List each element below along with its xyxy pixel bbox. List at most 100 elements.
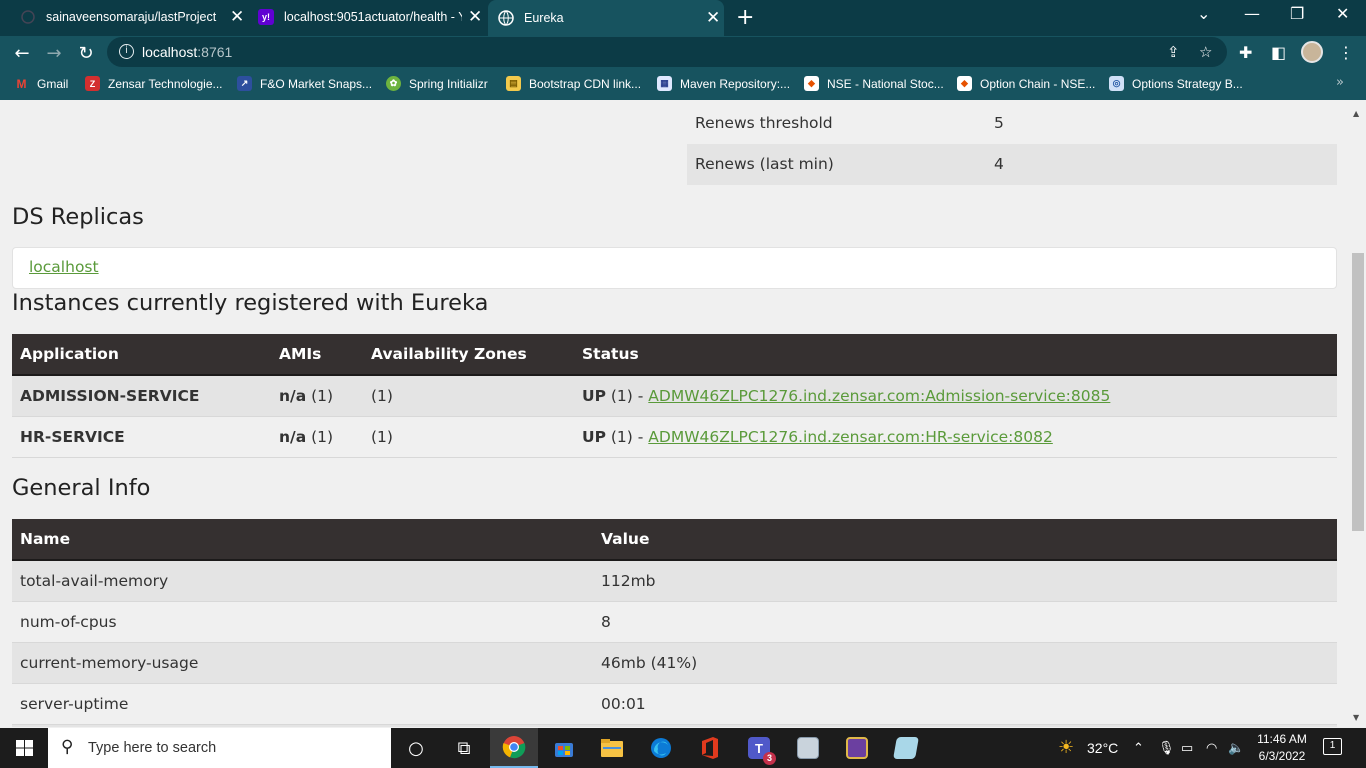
scroll-up-arrow-icon[interactable]: ▲ <box>1353 109 1359 118</box>
microphone-icon[interactable]: 🎙 <box>1158 740 1175 756</box>
table-row: server-uptime 00:01 <box>12 683 1337 725</box>
search-placeholder: Type here to search <box>88 740 217 756</box>
bookmark-zensar[interactable]: Z Zensar Technologie... <box>85 76 223 91</box>
table-row: total-avail-memory 112mb <box>12 560 1337 602</box>
bookmark-star-icon[interactable]: ☆ <box>1199 43 1212 61</box>
table-row <box>12 724 1337 727</box>
column-header: Availability Zones <box>363 334 574 376</box>
battery-icon[interactable]: ▭ <box>1181 740 1193 756</box>
info-name: server-uptime <box>12 683 593 725</box>
profile-avatar[interactable] <box>1301 41 1323 63</box>
globe-icon <box>498 10 514 26</box>
tab-health[interactable]: y! localhost:9051actuator/health - Y ✕ <box>258 0 482 34</box>
stat-row: Renews (last min) 4 <box>687 144 1337 185</box>
show-hidden-icons-chevron-icon[interactable]: ⌃ <box>1133 740 1144 756</box>
office-icon[interactable] <box>686 728 734 768</box>
github-icon <box>20 9 36 25</box>
windows-start-icon[interactable] <box>16 740 33 756</box>
close-tab-icon[interactable]: ✕ <box>230 7 244 27</box>
url-text[interactable]: localhost:8761 <box>142 44 232 60</box>
instance-link[interactable]: ADMW46ZLPC1276.ind.zensar.com:Admission-… <box>648 387 1110 405</box>
taskbar-search-box[interactable]: ⚲ Type here to search <box>48 728 391 768</box>
teams-badge: 3 <box>763 752 776 765</box>
instances-heading: Instances currently registered with Eure… <box>12 290 489 316</box>
nse-icon: ◆ <box>804 76 819 91</box>
bookmark-bootstrap[interactable]: ▤ Bootstrap CDN link... <box>506 76 641 91</box>
scrollbar-thumb[interactable] <box>1352 253 1364 531</box>
restore-icon[interactable]: ❐ <box>1290 4 1304 23</box>
bookmark-maven[interactable]: ▦ Maven Repository:... <box>657 76 790 91</box>
more-bookmarks-icon[interactable]: » <box>1336 75 1344 90</box>
info-value: 8 <box>593 601 1337 643</box>
weather-sun-icon[interactable]: ☀ <box>1058 737 1074 758</box>
menu-kebab-icon[interactable]: ⋮ <box>1338 43 1354 62</box>
bookmark-gmail[interactable]: M Gmail <box>14 76 69 91</box>
info-name: total-avail-memory <box>12 560 593 602</box>
bookmark-fno[interactable]: ↗ F&O Market Snaps... <box>237 76 372 91</box>
column-header: Status <box>574 334 1337 376</box>
forward-arrow-icon[interactable]: → <box>42 41 66 65</box>
bookmark-spring[interactable]: ✿ Spring Initializr <box>386 76 488 91</box>
chart-icon: ↗ <box>237 76 252 91</box>
zones-cell: (1) <box>363 416 574 458</box>
taskbar: ⚲ Type here to search ○ ⧉ T 3 ☀ 32°C ⌃ 🎙… <box>0 728 1366 768</box>
cortana-icon[interactable]: ○ <box>392 728 440 768</box>
document-icon: ▤ <box>506 76 521 91</box>
tab-github[interactable]: sainaveensomaraju/lastProject ✕ <box>20 0 244 34</box>
yahoo-icon: y! <box>258 9 274 25</box>
replica-link[interactable]: localhost <box>29 258 99 276</box>
column-header: Application <box>12 334 271 376</box>
bookmark-nse[interactable]: ◆ NSE - National Stoc... <box>804 76 944 91</box>
teams-icon[interactable]: T 3 <box>735 728 783 768</box>
zones-cell: (1) <box>363 375 574 417</box>
bookmark-option-chain[interactable]: ◆ Option Chain - NSE... <box>957 76 1095 91</box>
share-icon[interactable]: ⇪ <box>1167 43 1180 61</box>
instances-table: Application AMIs Availability Zones Stat… <box>12 334 1337 458</box>
reload-icon[interactable]: ↻ <box>74 41 98 65</box>
tab-title: sainaveensomaraju/lastProject <box>46 10 217 24</box>
status-cell: UP (1) - ADMW46ZLPC1276.ind.zensar.com:A… <box>574 375 1337 417</box>
tab-eureka[interactable]: Eureka ✕ <box>488 0 724 36</box>
chrome-taskbar-icon[interactable] <box>490 728 538 768</box>
back-arrow-icon[interactable]: ← <box>10 41 34 65</box>
page-scrollbar[interactable]: ▲ ▼ <box>1350 103 1366 727</box>
maven-icon: ▦ <box>657 76 672 91</box>
column-header: AMIs <box>271 334 363 376</box>
options-strategy-icon: ◎ <box>1109 76 1124 91</box>
application-name: ADMISSION-SERVICE <box>12 375 271 417</box>
tab-strip: sainaveensomaraju/lastProject ✕ y! local… <box>0 0 1366 36</box>
tab-search-chevron-icon[interactable]: ⌄ <box>1197 4 1210 23</box>
general-info-table: Name Value total-avail-memory 112mb num-… <box>12 519 1337 727</box>
task-view-icon[interactable]: ⧉ <box>440 728 488 768</box>
browser-toolbar: ← → ↻ i localhost:8761 ⇪ ☆ <box>0 36 1366 69</box>
side-panel-icon[interactable]: ◧ <box>1271 43 1286 62</box>
close-tab-icon[interactable]: ✕ <box>468 7 482 27</box>
wifi-icon[interactable]: ◠ <box>1206 740 1217 756</box>
clock[interactable]: 11:46 AM 6/3/2022 <box>1252 731 1312 765</box>
minimize-icon[interactable]: — <box>1244 4 1260 23</box>
info-icon[interactable]: i <box>119 44 134 59</box>
file-explorer-icon[interactable] <box>588 728 636 768</box>
app-document-icon[interactable] <box>784 728 832 768</box>
table-row: num-of-cpus 8 <box>12 601 1337 643</box>
new-tab-button[interactable]: + <box>736 5 754 30</box>
instance-link[interactable]: ADMW46ZLPC1276.ind.zensar.com:HR-service… <box>648 428 1053 446</box>
column-header: Value <box>593 519 1337 561</box>
extensions-puzzle-icon[interactable]: ✚ <box>1239 43 1252 62</box>
zensar-icon: Z <box>85 76 100 91</box>
table-row: HR-SERVICE n/a (1) (1) UP (1) - ADMW46ZL… <box>12 416 1337 458</box>
close-tab-icon[interactable]: ✕ <box>706 8 720 28</box>
notification-center-icon[interactable]: 1 <box>1323 738 1342 755</box>
microsoft-store-icon[interactable] <box>540 728 588 768</box>
app-window-icon[interactable] <box>833 728 881 768</box>
weather-temperature[interactable]: 32°C <box>1087 740 1118 756</box>
scroll-down-arrow-icon[interactable]: ▼ <box>1353 713 1359 722</box>
notepad-icon[interactable] <box>882 728 930 768</box>
close-window-icon[interactable]: ✕ <box>1336 4 1349 23</box>
bookmark-options-strategy[interactable]: ◎ Options Strategy B... <box>1109 76 1243 91</box>
table-row: ADMISSION-SERVICE n/a (1) (1) UP (1) - A… <box>12 375 1337 417</box>
stat-row: Renews threshold 5 <box>687 103 1337 144</box>
volume-icon[interactable]: 🔈 <box>1228 740 1244 756</box>
address-bar[interactable]: i localhost:8761 ⇪ ☆ <box>107 37 1227 67</box>
edge-icon[interactable] <box>637 728 685 768</box>
